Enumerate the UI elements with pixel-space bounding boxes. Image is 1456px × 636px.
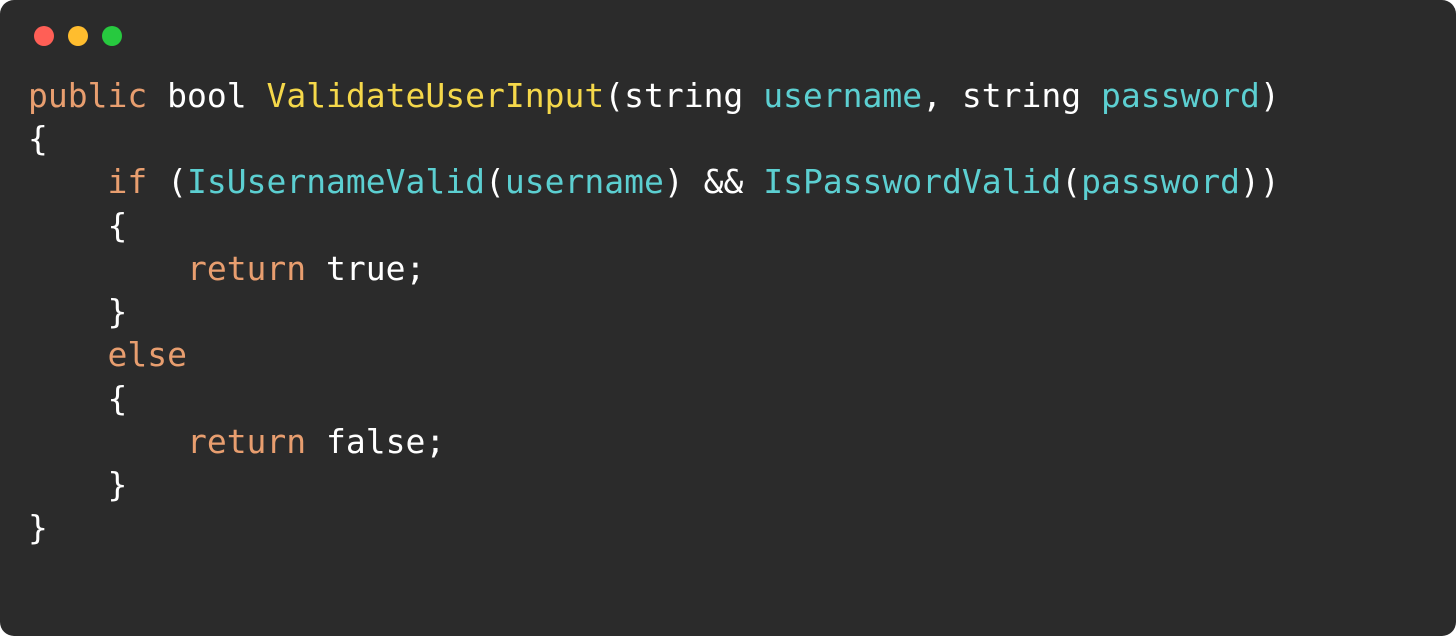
- maximize-icon[interactable]: [102, 26, 122, 46]
- code-line-1: public bool ValidateUserInput(string use…: [28, 76, 1280, 115]
- literal-false: false: [326, 422, 425, 461]
- keyword-return-2: return: [187, 422, 306, 461]
- brace-open-if: {: [107, 206, 127, 245]
- brace-close-if: }: [107, 292, 127, 331]
- call1-lp: (: [485, 162, 505, 201]
- brace-close-else: }: [107, 465, 127, 504]
- keyword-if: if: [107, 162, 147, 201]
- call-isusernamevalid: IsUsernameValid: [187, 162, 485, 201]
- code-window: public bool ValidateUserInput(string use…: [0, 0, 1456, 636]
- type-string-1: string: [624, 76, 743, 115]
- keyword-else: else: [107, 335, 186, 374]
- param-username: username: [763, 76, 922, 115]
- close-icon[interactable]: [34, 26, 54, 46]
- if-paren-close: ): [1260, 162, 1280, 201]
- function-name: ValidateUserInput: [266, 76, 604, 115]
- paren-close: ): [1260, 76, 1280, 115]
- call2-lp: (: [1061, 162, 1081, 201]
- arg-password: password: [1081, 162, 1240, 201]
- semi-2: ;: [425, 422, 445, 461]
- type-string-2: string: [962, 76, 1081, 115]
- call-ispasswordvalid: IsPasswordValid: [763, 162, 1061, 201]
- window-titlebar: [0, 0, 1456, 56]
- brace-open-else: {: [107, 379, 127, 418]
- call2-rp: ): [1240, 162, 1260, 201]
- comma: ,: [922, 76, 942, 115]
- code-line-5: return true;: [187, 249, 425, 288]
- param-password: password: [1101, 76, 1260, 115]
- code-block: public bool ValidateUserInput(string use…: [0, 56, 1456, 549]
- keyword-public: public: [28, 76, 147, 115]
- arg-username: username: [505, 162, 664, 201]
- op-and: &&: [704, 162, 744, 201]
- call1-rp: ): [664, 162, 684, 201]
- keyword-return-1: return: [187, 249, 306, 288]
- paren-open: (: [604, 76, 624, 115]
- keyword-bool: bool: [167, 76, 246, 115]
- code-line-9: return false;: [187, 422, 445, 461]
- semi-1: ;: [406, 249, 426, 288]
- literal-true: true: [326, 249, 405, 288]
- if-paren-open: (: [167, 162, 187, 201]
- brace-open-1: {: [28, 119, 48, 158]
- code-line-3: if (IsUsernameValid(username) && IsPassw…: [107, 162, 1279, 201]
- minimize-icon[interactable]: [68, 26, 88, 46]
- brace-close-fn: }: [28, 508, 48, 547]
